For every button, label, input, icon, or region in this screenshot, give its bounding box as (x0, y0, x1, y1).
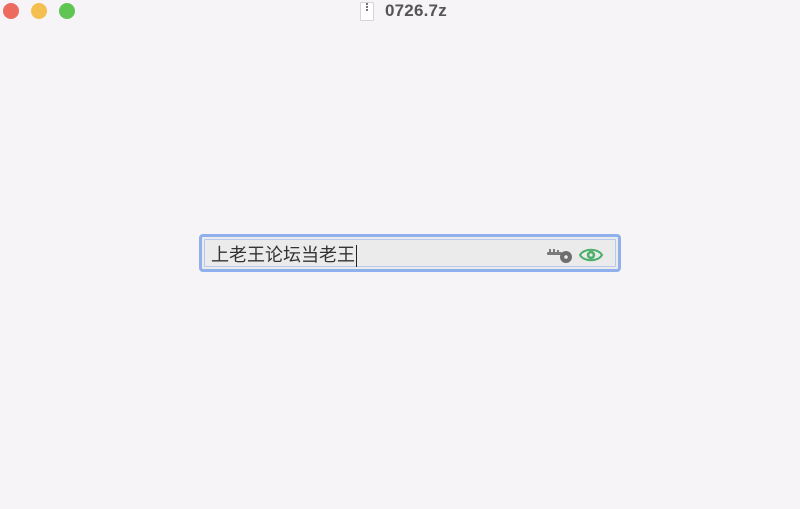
eye-icon[interactable] (579, 246, 603, 264)
key-icon[interactable] (546, 246, 574, 264)
minimize-button[interactable] (31, 3, 47, 19)
zoom-button[interactable] (59, 3, 75, 19)
app-window: 0726.7z 上老王论坛当老王 (0, 0, 800, 509)
window-title: 0726.7z (360, 0, 447, 22)
title-bar: 0726.7z (0, 0, 800, 24)
password-field[interactable]: 上老王论坛当老王 (199, 234, 621, 272)
archive-file-icon (360, 1, 374, 21)
close-button[interactable] (3, 3, 19, 19)
text-caret (356, 245, 357, 267)
password-text: 上老王论坛当老王 (211, 245, 355, 266)
password-field-inner: 上老王论坛当老王 (204, 239, 616, 267)
window-title-text: 0726.7z (385, 1, 447, 20)
password-input-value[interactable]: 上老王论坛当老王 (211, 245, 357, 267)
